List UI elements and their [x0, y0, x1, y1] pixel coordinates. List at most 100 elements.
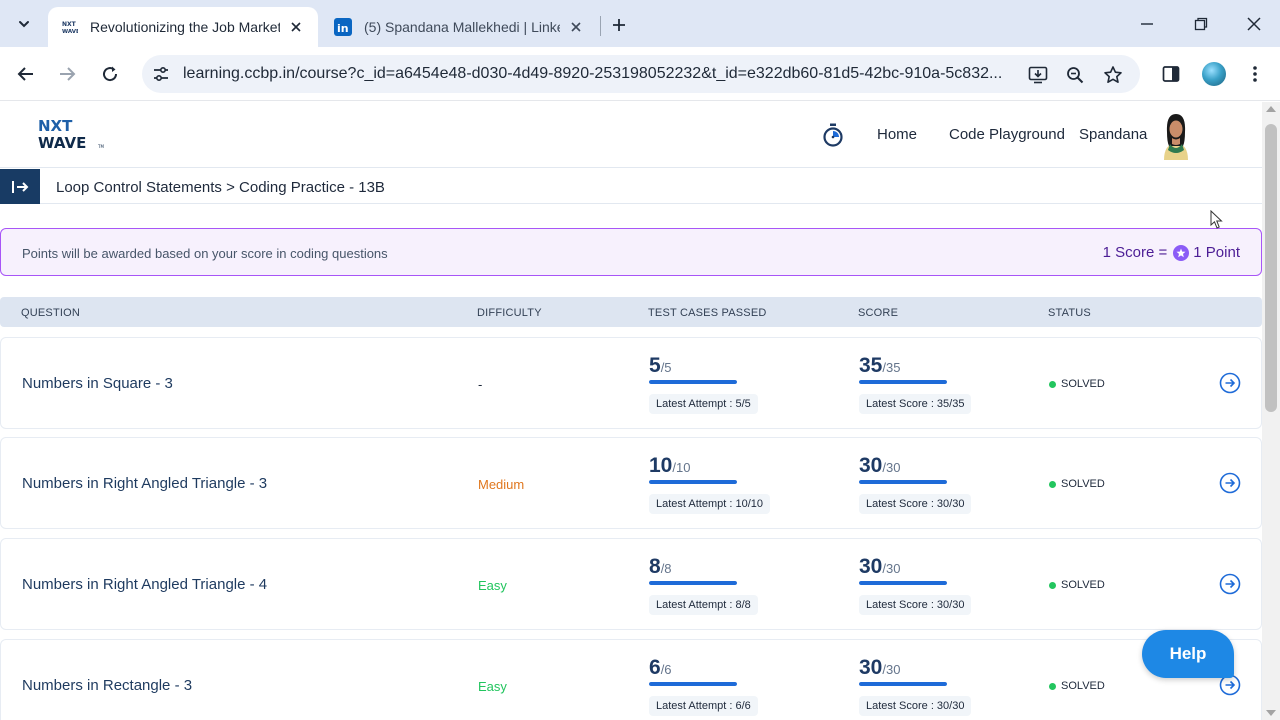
- browser-tab-linkedin[interactable]: in (5) Spandana Mallekhedi | LinkedIn: [322, 7, 598, 47]
- restore-icon: [1194, 17, 1208, 31]
- score-progress-fill: [859, 380, 947, 384]
- plus-icon: [613, 19, 625, 31]
- site-header: NXT WAVE TM Home Code Playground Spandan…: [0, 102, 1262, 168]
- bookmark-star-icon[interactable]: [1101, 63, 1125, 87]
- close-tab-icon[interactable]: [566, 17, 586, 37]
- restore-button[interactable]: [1186, 10, 1216, 38]
- latest-score-chip: Latest Score : 35/35: [859, 394, 972, 414]
- close-window-button[interactable]: [1239, 10, 1269, 38]
- mouse-cursor-icon: [1210, 210, 1223, 229]
- nxtwave-favicon-icon: NXT WAVE: [60, 18, 78, 36]
- svg-text:WAVE: WAVE: [62, 29, 78, 35]
- score-progress-bar: [859, 581, 947, 585]
- score-label: 1 Score =: [1102, 244, 1168, 261]
- reload-button[interactable]: [95, 59, 125, 89]
- side-panel-button[interactable]: [1158, 61, 1184, 87]
- question-name[interactable]: Numbers in Right Angled Triangle - 3: [22, 475, 267, 492]
- table-row[interactable]: Numbers in Right Angled Triangle - 3 Medi…: [0, 437, 1262, 529]
- difficulty-label: -: [478, 377, 483, 392]
- difficulty-label: Easy: [478, 578, 507, 593]
- minimize-icon: [1141, 23, 1153, 25]
- test-cases-progress-bar: [649, 581, 737, 585]
- open-question-arrow-icon[interactable]: [1219, 372, 1241, 394]
- open-question-arrow-icon[interactable]: [1219, 472, 1241, 494]
- nav-home-link[interactable]: Home: [877, 126, 917, 143]
- user-name[interactable]: Spandana: [1079, 126, 1147, 143]
- profile-button[interactable]: [1201, 61, 1227, 87]
- point-coin-icon: [1173, 244, 1190, 261]
- close-tab-icon[interactable]: [286, 17, 306, 37]
- table-header: QUESTION DIFFICULTY TEST CASES PASSED SC…: [0, 297, 1262, 327]
- new-tab-button[interactable]: [606, 12, 632, 38]
- score-metric: 35/35 Latest Score : 35/35: [859, 354, 972, 414]
- nxtwave-logo[interactable]: NXT WAVE TM: [38, 116, 110, 152]
- score-value: 30: [859, 454, 883, 477]
- test-cases-progress-fill: [649, 682, 737, 686]
- column-header-score: SCORE: [858, 307, 899, 319]
- latest-attempt-chip: Latest Attempt : 8/8: [649, 595, 758, 615]
- tab-search-button[interactable]: [10, 10, 38, 38]
- minimize-button[interactable]: [1132, 10, 1162, 38]
- latest-attempt-chip: Latest Attempt : 10/10: [649, 494, 771, 514]
- linkedin-favicon-icon: in: [334, 18, 352, 36]
- status-dot-icon: [1049, 480, 1056, 488]
- stopwatch-icon[interactable]: [820, 122, 846, 148]
- help-button[interactable]: Help: [1142, 630, 1234, 678]
- status-badge: SOLVED: [1049, 478, 1105, 490]
- score-metric: 30/30 Latest Score : 30/30: [859, 454, 972, 514]
- back-button[interactable]: [11, 59, 41, 89]
- score-total: /30: [882, 561, 901, 576]
- difficulty-label: Medium: [478, 477, 525, 492]
- tab-title: Revolutionizing the Job Market: [90, 19, 280, 35]
- test-cases-progress-fill: [649, 480, 737, 484]
- svg-text:NXT: NXT: [38, 117, 73, 135]
- question-name[interactable]: Numbers in Square - 3: [22, 375, 173, 392]
- svg-text:WAVE: WAVE: [38, 134, 86, 152]
- score-value: 35: [859, 354, 883, 377]
- open-question-arrow-icon[interactable]: [1219, 573, 1241, 595]
- url-text: learning.ccbp.in/course?c_id=a6454e48-d0…: [183, 65, 1003, 82]
- test-cases-progress-fill: [649, 581, 737, 585]
- question-name[interactable]: Numbers in Right Angled Triangle - 4: [22, 576, 267, 593]
- browser-tab-strip: NXT WAVE Revolutionizing the Job Market i…: [0, 0, 1280, 47]
- page-scrollbar[interactable]: [1262, 102, 1280, 720]
- latest-attempt-chip: Latest Attempt : 6/6: [649, 696, 758, 716]
- browser-menu-button[interactable]: [1242, 61, 1268, 87]
- test-cases-total: /6: [660, 662, 672, 677]
- svg-text:in: in: [337, 22, 349, 35]
- test-cases-total: /10: [672, 460, 691, 475]
- test-cases-passed: 8: [649, 555, 661, 578]
- user-avatar[interactable]: [1156, 110, 1196, 160]
- svg-text:NXT: NXT: [62, 21, 77, 28]
- table-row[interactable]: Numbers in Right Angled Triangle - 4 Easy…: [0, 538, 1262, 630]
- forward-button[interactable]: [52, 59, 82, 89]
- status-text: SOLVED: [1061, 378, 1105, 390]
- breadcrumb: Loop Control Statements > Coding Practic…: [56, 179, 385, 196]
- question-name[interactable]: Numbers in Rectangle - 3: [22, 677, 192, 694]
- status-dot-icon: [1049, 380, 1056, 388]
- browser-tab-active[interactable]: NXT WAVE Revolutionizing the Job Market: [48, 7, 318, 47]
- score-to-point-info: 1 Score = 1 Point: [1103, 244, 1240, 261]
- page-content: NXT WAVE TM Home Code Playground Spandan…: [0, 102, 1262, 720]
- latest-score-chip: Latest Score : 30/30: [859, 696, 972, 716]
- breadcrumb-bar: Loop Control Statements > Coding Practic…: [0, 169, 1262, 204]
- difficulty-label: Easy: [478, 679, 507, 694]
- table-row[interactable]: Numbers in Square - 3 - 5/5 Latest Attempt …: [0, 337, 1262, 429]
- score-total: /30: [882, 460, 901, 475]
- site-settings-icon[interactable]: [150, 63, 172, 85]
- test-cases-total: /5: [660, 360, 672, 375]
- expand-sidebar-icon: [12, 180, 29, 193]
- scroll-up-arrow-icon[interactable]: [1266, 106, 1276, 112]
- scroll-down-arrow-icon[interactable]: [1266, 710, 1276, 716]
- install-app-icon[interactable]: [1026, 63, 1050, 87]
- zoom-icon[interactable]: [1063, 63, 1087, 87]
- status-badge: SOLVED: [1049, 680, 1105, 692]
- test-cases-passed: 5: [649, 354, 661, 377]
- scrollbar-thumb[interactable]: [1265, 124, 1277, 412]
- latest-score-chip: Latest Score : 30/30: [859, 494, 972, 514]
- sidebar-toggle-button[interactable]: [0, 169, 40, 204]
- nav-code-playground-link[interactable]: Code Playground: [949, 126, 1065, 143]
- table-row[interactable]: Numbers in Rectangle - 3 Easy 6/6 Latest At…: [0, 639, 1262, 720]
- address-bar[interactable]: learning.ccbp.in/course?c_id=a6454e48-d0…: [142, 55, 1140, 93]
- svg-text:TM: TM: [97, 144, 104, 149]
